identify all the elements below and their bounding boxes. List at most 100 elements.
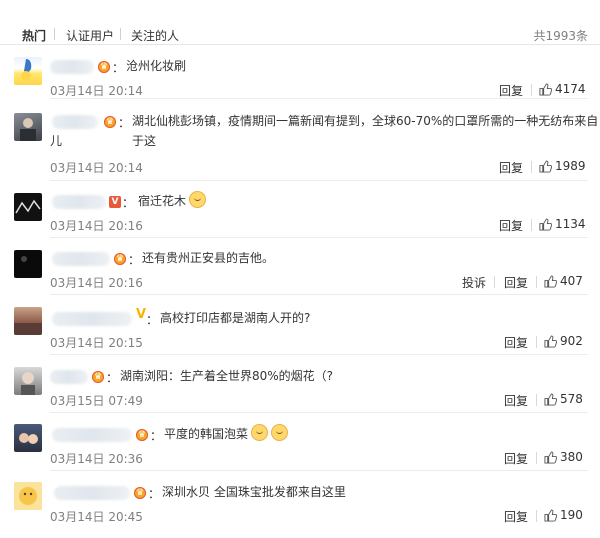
username-blurred[interactable] bbox=[52, 428, 132, 442]
colon: ： bbox=[150, 429, 163, 443]
colon: ： bbox=[112, 61, 125, 75]
comment-time: 03月14日 20:16 bbox=[50, 219, 143, 233]
colon: ： bbox=[106, 371, 119, 385]
comment-time: 03月14日 20:15 bbox=[50, 336, 143, 350]
like-count: 1134 bbox=[555, 217, 586, 231]
tab-divider bbox=[120, 28, 121, 40]
action-divider bbox=[494, 276, 495, 288]
comment-item: ♛ ： 湖南浏阳：生产着全世界80%的烟花（? 03月15日 07:49 回复 … bbox=[0, 355, 600, 413]
comment-time: 03月14日 20:14 bbox=[50, 161, 143, 175]
comment-text: 还有贵州正安县的吉他。 bbox=[142, 251, 275, 265]
action-divider bbox=[536, 394, 537, 406]
thumb-up-icon[interactable] bbox=[544, 451, 557, 464]
reply-button[interactable]: 回复 bbox=[504, 274, 528, 291]
thumb-up-icon[interactable] bbox=[544, 335, 557, 348]
thumb-up-icon[interactable] bbox=[539, 83, 552, 96]
verified-badge-icon: V bbox=[109, 196, 121, 208]
comment-item: ♛ ： 深圳水贝 全国珠宝批发都来自这里 03月14日 20:45 回复 190 bbox=[0, 471, 600, 533]
comment-time: 03月14日 20:16 bbox=[50, 276, 143, 290]
colon: ： bbox=[118, 116, 131, 130]
avatar-image bbox=[20, 118, 36, 141]
colon: ： bbox=[122, 196, 135, 210]
reply-button[interactable]: 回复 bbox=[504, 334, 528, 351]
comment-text: 湖北仙桃彭场镇，疫情期间一篇新闻有提到，全球60-70%的口罩所需的一种无纺布来… bbox=[132, 114, 599, 148]
username-blurred[interactable] bbox=[52, 312, 132, 326]
username-blurred[interactable] bbox=[50, 60, 94, 74]
comment-time: 03月14日 20:14 bbox=[50, 84, 143, 98]
colon: ： bbox=[148, 487, 161, 501]
like-count: 4174 bbox=[555, 82, 586, 96]
action-divider bbox=[536, 452, 537, 464]
avatar[interactable] bbox=[14, 250, 42, 278]
vip-badge-icon: ♛ bbox=[92, 371, 104, 383]
username-blurred[interactable] bbox=[54, 486, 130, 500]
vip-badge-icon: ♛ bbox=[98, 61, 110, 73]
like-count: 578 bbox=[560, 392, 583, 406]
action-divider bbox=[531, 161, 532, 173]
avatar-image bbox=[19, 433, 38, 444]
avatar[interactable] bbox=[14, 193, 42, 221]
reply-button[interactable]: 回复 bbox=[499, 217, 523, 234]
colon: ： bbox=[128, 253, 141, 267]
comment-text: 高校打印店都是湖南人开的? bbox=[160, 311, 311, 325]
comment-total-count: 共1993条 bbox=[533, 29, 588, 43]
like-count: 1989 bbox=[555, 159, 586, 173]
colon: ： bbox=[146, 313, 159, 327]
username-blurred[interactable] bbox=[52, 195, 106, 209]
comment-text: 宿迁花木 bbox=[138, 191, 207, 211]
tab-verified-users[interactable]: 认证用户 bbox=[66, 27, 114, 44]
comment-item: ♛ ： 平度的韩国泡菜 03月14日 20:36 回复 380 bbox=[0, 413, 600, 471]
like-count: 407 bbox=[560, 274, 583, 288]
thumb-up-icon[interactable] bbox=[539, 160, 552, 173]
report-button[interactable]: 投诉 bbox=[462, 274, 486, 291]
tab-hot[interactable]: 热门 bbox=[22, 27, 46, 44]
avatar-image bbox=[21, 59, 32, 81]
vip-badge-icon: ♛ bbox=[136, 429, 148, 441]
reply-button[interactable]: 回复 bbox=[499, 159, 523, 176]
avatar[interactable] bbox=[14, 113, 42, 141]
tab-divider bbox=[54, 28, 55, 40]
username-blurred[interactable] bbox=[52, 252, 110, 266]
reply-button[interactable]: 回复 bbox=[504, 450, 528, 467]
emoji-icon bbox=[271, 424, 289, 441]
thumb-up-icon[interactable] bbox=[539, 218, 552, 231]
tab-following[interactable]: 关注的人 bbox=[131, 27, 179, 44]
like-count: 190 bbox=[560, 508, 583, 522]
avatar[interactable] bbox=[14, 424, 42, 452]
emoji-icon bbox=[189, 191, 207, 208]
like-count: 902 bbox=[560, 334, 583, 348]
reply-button[interactable]: 回复 bbox=[499, 82, 523, 99]
comment-item: V ： 高校打印店都是湖南人开的? 03月14日 20:15 回复 902 bbox=[0, 295, 600, 355]
comment-text: 平度的韩国泡菜 bbox=[164, 424, 289, 444]
avatar[interactable] bbox=[14, 482, 42, 510]
reply-button[interactable]: 回复 bbox=[504, 508, 528, 525]
avatar-image bbox=[21, 256, 27, 262]
action-divider bbox=[536, 510, 537, 522]
emoji-icon bbox=[251, 424, 269, 441]
avatar-image bbox=[21, 372, 35, 395]
avatar[interactable] bbox=[14, 57, 42, 85]
comment-item: ♛ ： 湖北仙桃彭场镇，疫情期间一篇新闻有提到，全球60-70%的口罩所需的一种… bbox=[0, 99, 600, 181]
comment-time: 03月15日 07:49 bbox=[50, 394, 143, 408]
comment-text: 沧州化妆刷 bbox=[126, 59, 187, 73]
comment-time: 03月14日 20:45 bbox=[50, 510, 143, 524]
username-blurred[interactable] bbox=[52, 115, 98, 129]
vip-badge-icon: ♛ bbox=[114, 253, 126, 265]
thumb-up-icon[interactable] bbox=[544, 275, 557, 288]
avatar-image bbox=[15, 199, 41, 214]
action-divider bbox=[531, 219, 532, 231]
like-count: 380 bbox=[560, 450, 583, 464]
avatar[interactable] bbox=[14, 367, 42, 395]
comment-item: ♛ ： 还有贵州正安县的吉他。 03月14日 20:16 投诉 回复 407 bbox=[0, 238, 600, 295]
comment-item: ♛ ： 沧州化妆刷 03月14日 20:14 回复 4174 bbox=[0, 44, 600, 99]
comment-text: 湖南浏阳：生产着全世界80%的烟花（? bbox=[120, 369, 334, 383]
thumb-up-icon[interactable] bbox=[544, 509, 557, 522]
comment-text-continued: 儿 bbox=[50, 134, 63, 148]
reply-button[interactable]: 回复 bbox=[504, 392, 528, 409]
avatar[interactable] bbox=[14, 307, 42, 335]
comment-item: V ： 宿迁花木 03月14日 20:16 回复 1134 bbox=[0, 181, 600, 238]
thumb-up-icon[interactable] bbox=[544, 393, 557, 406]
comment-time: 03月14日 20:36 bbox=[50, 452, 143, 466]
comment-tabs: 热门 认证用户 关注的人 共1993条 bbox=[0, 0, 600, 45]
username-blurred[interactable] bbox=[50, 370, 88, 384]
